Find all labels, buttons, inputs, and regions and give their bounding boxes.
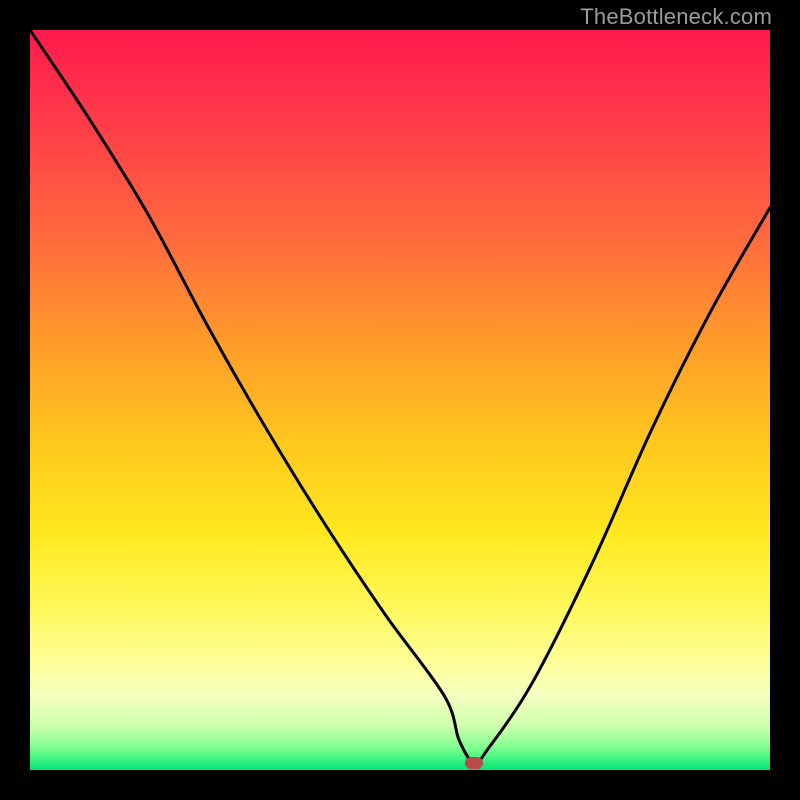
minimum-marker bbox=[465, 757, 483, 769]
chart-frame: TheBottleneck.com bbox=[0, 0, 800, 800]
watermark-text: TheBottleneck.com bbox=[580, 4, 772, 30]
bottleneck-curve bbox=[30, 30, 770, 770]
plot-area bbox=[30, 30, 770, 770]
